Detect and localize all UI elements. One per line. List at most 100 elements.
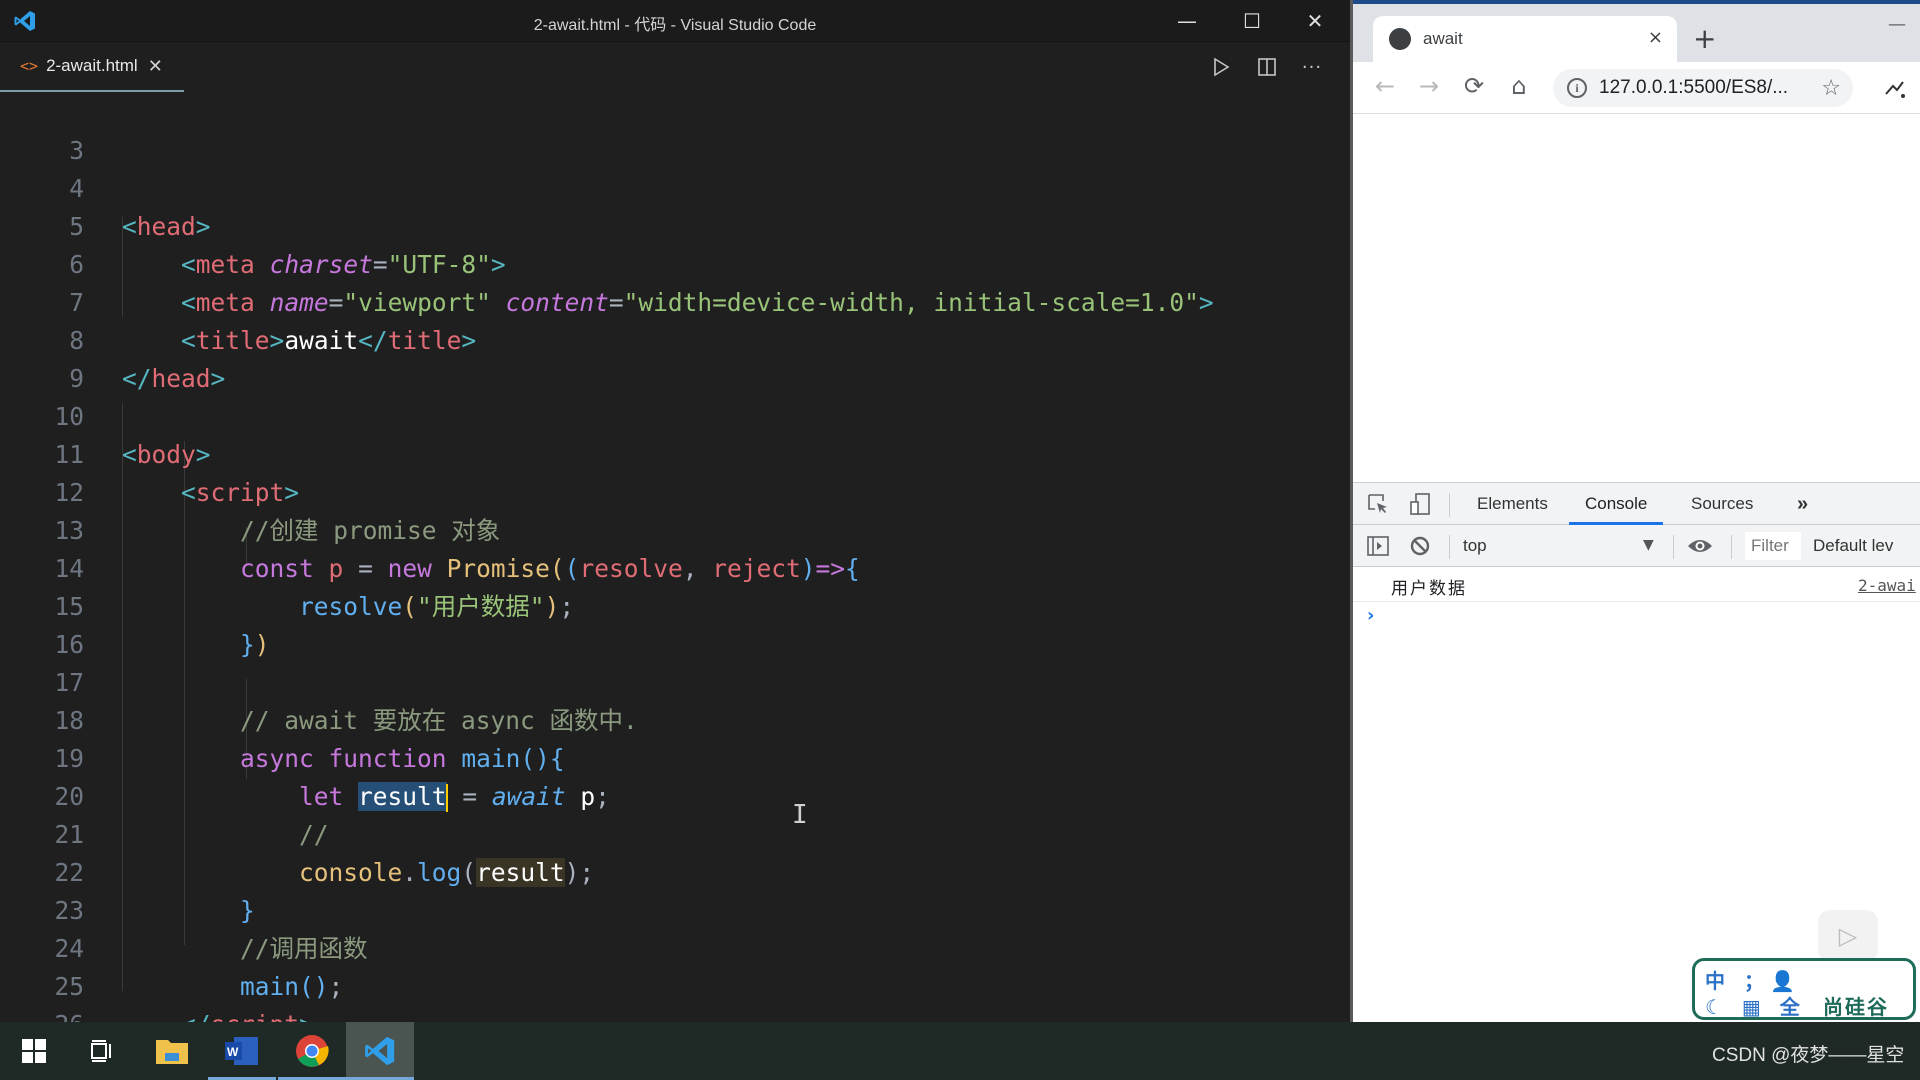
home-icon[interactable]: ⌂ — [1503, 72, 1535, 100]
devtools-tab-bar: Elements Console Sources » — [1353, 483, 1920, 525]
more-tabs-icon[interactable]: » — [1781, 483, 1824, 525]
inspect-element-icon[interactable] — [1367, 493, 1389, 520]
device-toolbar-icon[interactable] — [1409, 493, 1431, 520]
taskbar: W CSDN @夜梦——星空 — [0, 1022, 1920, 1080]
devtools-tab-elements[interactable]: Elements — [1461, 483, 1564, 525]
close-tab-icon[interactable]: × — [1648, 27, 1663, 48]
line-number: 26 — [0, 1006, 84, 1022]
word-button[interactable]: W — [208, 1022, 276, 1080]
new-tab-button[interactable]: + — [1693, 22, 1716, 55]
url-text: 127.0.0.1:5500/ES8/... — [1599, 77, 1789, 98]
back-icon[interactable]: ← — [1369, 72, 1401, 100]
context-selector[interactable]: top — [1463, 525, 1487, 567]
watermark-text: CSDN @夜梦——星空 — [1712, 1045, 1905, 1066]
devtools-tab-sources[interactable]: Sources — [1675, 483, 1769, 525]
address-bar[interactable]: i 127.0.0.1:5500/ES8/... ☆ — [1553, 69, 1853, 107]
divider — [1731, 535, 1732, 559]
mouse-ibeam-cursor: I — [792, 800, 808, 830]
code-line: 3 — [0, 94, 1350, 165]
editor-tab-bar: <> 2-await.html ✕ ··· — [0, 42, 1350, 92]
browser-tab-strip: await × + — — [1353, 4, 1920, 62]
code-line: 11 <script> — [0, 398, 1350, 507]
file-explorer-button[interactable] — [138, 1022, 206, 1080]
show-sidebar-icon[interactable] — [1367, 535, 1389, 562]
split-editor-icon[interactable] — [1250, 50, 1284, 84]
html-file-icon: <> — [20, 57, 39, 75]
code-line: 6 <meta name="viewport" content="width=d… — [0, 208, 1350, 317]
code-line: 18 async function main(){ — [0, 664, 1350, 773]
code-line: 21 console.log(result); — [0, 778, 1350, 887]
title-bar: 2-await.html - 代码 - Visual Studio Code —… — [0, 0, 1350, 42]
folder-icon — [156, 1040, 188, 1064]
start-button[interactable] — [0, 1022, 68, 1080]
word-icon: W — [225, 1037, 258, 1065]
code-line: 8 </head> — [0, 284, 1350, 393]
log-source-link[interactable]: 2-awai — [1858, 576, 1916, 595]
code-line: 4 <head> — [0, 132, 1350, 241]
vscode-button[interactable] — [346, 1022, 414, 1080]
ime-options-row: ☾ ▦ 全 — [1705, 995, 1806, 1019]
video-play-icon: ▷ — [1818, 910, 1878, 962]
info-icon[interactable]: i — [1567, 78, 1587, 98]
tab-label: 2-await.html — [46, 56, 138, 75]
page-viewport — [1353, 115, 1920, 482]
browser-toolbar: ← → ⟳ ⌂ i 127.0.0.1:5500/ES8/... ☆ — [1353, 62, 1920, 114]
tag-script: script — [211, 1010, 300, 1022]
browser-tab-await[interactable]: await × — [1373, 16, 1677, 62]
maximize-button[interactable]: ☐ — [1220, 0, 1284, 42]
more-actions-icon[interactable]: ··· — [1295, 50, 1329, 84]
code-line: 9 — [0, 322, 1350, 393]
code-line: 14 resolve("用户数据"); — [0, 512, 1350, 621]
run-icon[interactable] — [1204, 50, 1238, 84]
code-line: 5 <meta charset="UTF-8"> — [0, 170, 1350, 279]
divider — [1449, 493, 1450, 517]
code-editor[interactable]: 3 4 <head> 5 <meta charset="UTF-8"> 6 <m… — [0, 92, 1350, 1022]
code-line: 7 <title>await</title> — [0, 246, 1350, 355]
code-line: 17 // await 要放在 async 函数中. — [0, 626, 1350, 735]
divider — [1673, 535, 1674, 559]
task-view-button[interactable] — [68, 1022, 136, 1080]
ime-mode-row: 中 ；👤 — [1705, 969, 1801, 993]
windows-logo-icon — [22, 1039, 46, 1063]
chrome-icon — [296, 1035, 329, 1067]
minimize-button[interactable]: — — [1155, 0, 1219, 42]
svg-text:W: W — [227, 1045, 239, 1059]
code-line: 20 // — [0, 740, 1350, 849]
ime-toolbar[interactable]: 中 ；👤 ☾ ▦ 全 尚硅谷 — [1692, 958, 1916, 1020]
code-line: 24 main(); — [0, 892, 1350, 1001]
code-line: 10 <body> — [0, 360, 1350, 469]
chrome-button[interactable] — [278, 1022, 346, 1080]
brand-logo-text: 尚硅谷 — [1823, 995, 1889, 1019]
tab-close-icon[interactable]: ✕ — [148, 56, 163, 77]
code-line: 26 </body> — [0, 968, 1350, 1022]
code-line: 15 }) — [0, 550, 1350, 659]
forward-icon[interactable]: → — [1413, 72, 1445, 100]
log-message: 用户数据 — [1391, 579, 1467, 599]
reload-icon[interactable]: ⟳ — [1458, 72, 1490, 100]
browser-tab-title: await — [1423, 29, 1463, 48]
log-levels-dropdown[interactable]: Default lev — [1813, 525, 1893, 567]
console-toolbar: top ▼ Filter Default lev — [1353, 525, 1920, 567]
vscode-window: 2-await.html - 代码 - Visual Studio Code —… — [0, 0, 1350, 1022]
clear-console-icon[interactable] — [1409, 535, 1431, 562]
chrome-window: await × + — ← → ⟳ ⌂ i 127.0.0.1:5500/ES8… — [1350, 0, 1920, 1022]
browser-minimize-button[interactable]: — — [1888, 14, 1906, 35]
code-line: 12 //创建 promise 对象 — [0, 436, 1350, 545]
code-line: 25 </script> — [0, 930, 1350, 1022]
divider — [1449, 535, 1450, 559]
globe-icon — [1389, 28, 1411, 50]
code-line: 19 let result = await p; — [0, 702, 1350, 812]
translate-extension-icon[interactable] — [1883, 76, 1907, 104]
tab-2-await-html[interactable]: <> 2-await.html ✕ — [0, 42, 184, 92]
chevron-down-icon[interactable]: ▼ — [1643, 537, 1654, 553]
console-log-entry: 用户数据 2-awai — [1353, 568, 1920, 602]
console-filter-input[interactable]: Filter — [1745, 532, 1801, 560]
console-prompt-icon[interactable]: › — [1367, 605, 1374, 626]
vscode-icon — [365, 1036, 395, 1066]
task-view-icon — [91, 1040, 111, 1062]
code-line: 13 const p = new Promise((resolve, rejec… — [0, 474, 1350, 583]
live-expression-eye-icon[interactable] — [1687, 535, 1713, 562]
close-button[interactable]: ✕ — [1283, 0, 1347, 42]
devtools-tab-console[interactable]: Console — [1569, 483, 1664, 525]
bookmark-star-icon[interactable]: ☆ — [1821, 76, 1841, 101]
